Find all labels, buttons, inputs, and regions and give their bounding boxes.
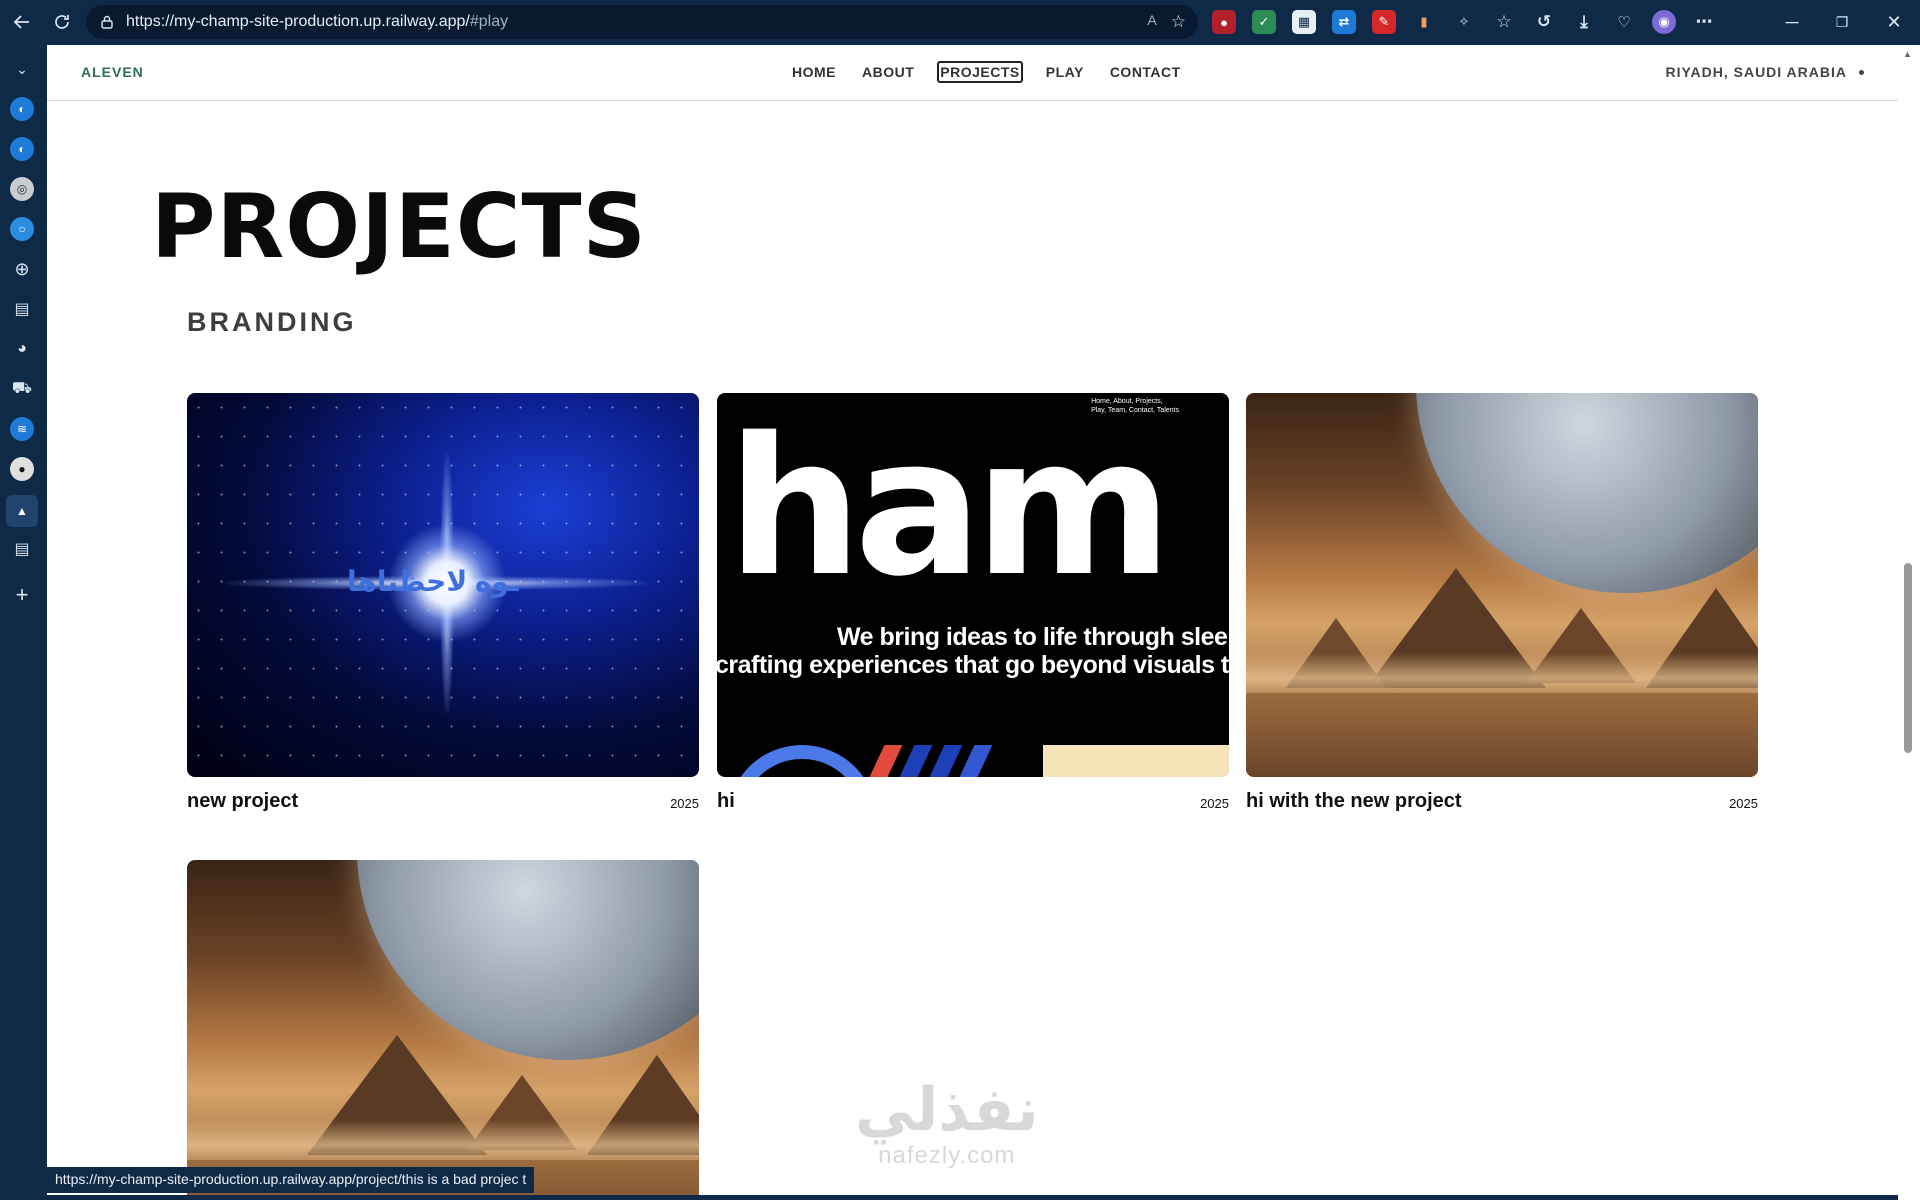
sidebar-app-icon[interactable]: ◐	[10, 137, 34, 161]
project-name[interactable]: hi with the new project	[1246, 790, 1462, 813]
location-text: RIYADH, SAUDI ARABIA	[1665, 64, 1847, 80]
star-icon[interactable]: ☆	[1171, 12, 1186, 32]
thumbnail-menu-line: Home, About, Projects,	[1091, 398, 1163, 405]
docker-icon[interactable]: ≋	[10, 417, 34, 441]
status-dot-icon	[1859, 69, 1864, 75]
watermark-latin: nafezly.com	[878, 1142, 1016, 1169]
car-icon[interactable]: ⛟	[10, 377, 34, 401]
nav-projects[interactable]: PROJECTS	[937, 61, 1023, 83]
triangle-app-icon[interactable]: ▲	[6, 495, 38, 527]
thumbnail-shape	[929, 745, 963, 777]
thumbnail-headline: ham	[727, 397, 1172, 618]
project-card[interactable]: ham Home, About, Projects, Play, Team, C…	[717, 393, 1229, 813]
site-header: ALEVEN HOME ABOUT PROJECTS PLAY CONTACT …	[47, 45, 1898, 101]
minimize-icon[interactable]: ─	[1780, 10, 1804, 34]
profile-avatar-icon[interactable]: ◉	[1652, 10, 1676, 34]
thumbnail-shape	[959, 745, 993, 777]
calendar-icon[interactable]: ▤	[10, 297, 34, 321]
browser-sidebar: ⌄ ◐ ◐ ◎ ○ ⊕ ▤ ◕ ⛟ ≋ ● ▲ ▤ +	[0, 45, 47, 1200]
download-icon[interactable]: ⤓	[1572, 10, 1596, 34]
project-name[interactable]: new project	[187, 790, 298, 813]
extension-qr-icon[interactable]: ▦	[1292, 10, 1316, 34]
close-icon[interactable]: ✕	[1882, 10, 1906, 34]
lock-icon[interactable]	[100, 15, 114, 29]
nav-contact[interactable]: CONTACT	[1107, 61, 1184, 83]
project-card[interactable]	[187, 860, 699, 1195]
chevron-down-icon[interactable]: ⌄	[10, 57, 34, 81]
scrollbar-thumb[interactable]	[1904, 563, 1912, 753]
extensions-puzzle-icon[interactable]: ✧	[1452, 10, 1476, 34]
thumbnail-shape	[899, 745, 933, 777]
planet-shape	[1416, 393, 1758, 593]
back-icon[interactable]	[10, 10, 34, 34]
sidebar-app-icon[interactable]: ◐	[10, 97, 34, 121]
nav-home[interactable]: HOME	[789, 61, 839, 83]
project-card[interactable]: ـوه لاحظناها new project 2025	[187, 393, 699, 813]
thumbnail-shape	[727, 745, 877, 777]
add-icon[interactable]: +	[10, 582, 34, 607]
extension-bottle-icon[interactable]: ▮	[1412, 10, 1436, 34]
watermark-arabic: نفذلي	[855, 1076, 1039, 1143]
web-page: ALEVEN HOME ABOUT PROJECTS PLAY CONTACT …	[47, 45, 1898, 1195]
thumbnail-text: ـوه لاحظناها	[347, 566, 519, 597]
address-bar[interactable]: https://my-champ-site-production.up.rail…	[86, 5, 1198, 39]
url-fragment: #play	[469, 13, 509, 30]
extension-shield-red-icon[interactable]: ●	[1212, 10, 1236, 34]
project-year: 2025	[670, 796, 699, 811]
thumbnail-menu: Home, About, Projects, Play, Team, Conta…	[1091, 397, 1179, 415]
calendar-icon[interactable]: ▤	[10, 537, 34, 561]
sidebar-app-icon[interactable]: ○	[10, 217, 34, 241]
browser-toolbar: https://my-champ-site-production.up.rail…	[0, 0, 1920, 45]
location-label: RIYADH, SAUDI ARABIA	[1665, 64, 1864, 80]
scroll-up-icon[interactable]: ▲	[1903, 49, 1912, 59]
project-name[interactable]: hi	[717, 790, 735, 813]
watermark: نفذلي nafezly.com	[855, 1080, 1039, 1170]
favorites-icon[interactable]: ☆	[1492, 10, 1516, 34]
url-host: https://my-champ-site-production.up.rail…	[126, 13, 470, 30]
nav-play[interactable]: PLAY	[1043, 61, 1087, 83]
link-status-bar: https://my-champ-site-production.up.rail…	[47, 1167, 535, 1193]
history-icon[interactable]: ↺	[1532, 10, 1556, 34]
sidebar-app-icon[interactable]: ●	[10, 457, 34, 481]
sidebar-app-icon[interactable]: ◎	[10, 177, 34, 201]
nav-about[interactable]: ABOUT	[859, 61, 917, 83]
project-year: 2025	[1729, 796, 1758, 811]
refresh-icon[interactable]	[50, 10, 74, 34]
project-thumbnail[interactable]: ـوه لاحظناها	[187, 393, 699, 777]
section-title: BRANDING	[187, 307, 357, 337]
extension-shield-green-icon[interactable]: ✓	[1252, 10, 1276, 34]
page-title: PROJECTS	[151, 175, 647, 278]
thumbnail-tagline: crafting experiences that go beyond visu…	[717, 651, 1229, 679]
thumbnail-tagline: We bring ideas to life through sleek	[837, 623, 1229, 651]
health-icon[interactable]: ♡	[1612, 10, 1636, 34]
site-logo[interactable]: ALEVEN	[81, 64, 144, 80]
project-thumbnail[interactable]: ham Home, About, Projects, Play, Team, C…	[717, 393, 1229, 777]
main-nav: HOME ABOUT PROJECTS PLAY CONTACT	[789, 61, 1204, 83]
github-icon[interactable]: ◕	[10, 337, 34, 361]
read-aloud-icon[interactable]: A	[1147, 12, 1156, 32]
project-card[interactable]: hi with the new project 2025	[1246, 393, 1758, 813]
more-icon[interactable]: ⋯	[1692, 10, 1716, 34]
project-thumbnail[interactable]	[187, 860, 699, 1195]
extension-pen-icon[interactable]: ✎	[1372, 10, 1396, 34]
project-year: 2025	[1200, 796, 1229, 811]
project-thumbnail[interactable]	[1246, 393, 1758, 777]
ground	[1246, 693, 1758, 777]
extension-translate-icon[interactable]: ⇄	[1332, 10, 1356, 34]
thumbnail-shape	[869, 745, 903, 777]
restore-icon[interactable]: ❐	[1830, 10, 1854, 34]
globe-icon[interactable]: ⊕	[10, 257, 34, 281]
planet-shape	[357, 860, 699, 1060]
page-scrollbar[interactable]: ▲	[1898, 45, 1920, 1200]
thumbnail-shape	[1043, 745, 1229, 777]
thumbnail-menu-line: Play, Team, Contact, Talents	[1091, 407, 1179, 415]
